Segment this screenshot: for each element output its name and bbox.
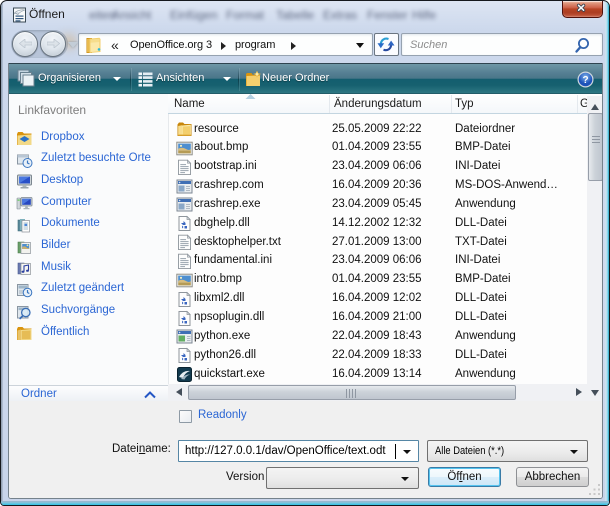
svg-text:?: ? (582, 75, 588, 86)
